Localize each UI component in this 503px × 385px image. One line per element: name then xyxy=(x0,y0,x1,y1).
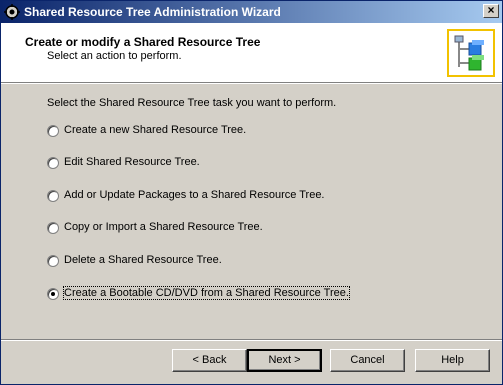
wizard-app-icon xyxy=(4,4,20,20)
radio-button[interactable] xyxy=(47,157,59,169)
back-button[interactable]: < Back xyxy=(172,349,247,372)
option-label: Create a Bootable CD/DVD from a Shared R… xyxy=(63,286,350,300)
header-divider xyxy=(1,83,502,84)
wizard-window: Shared Resource Tree Administration Wiza… xyxy=(0,0,503,385)
page-title: Create or modify a Shared Resource Tree xyxy=(25,35,261,49)
option-label: Delete a Shared Resource Tree. xyxy=(64,254,222,266)
radio-dot-icon xyxy=(51,292,55,296)
close-button[interactable]: × xyxy=(483,4,499,18)
help-button[interactable]: Help xyxy=(415,349,490,372)
option-label: Edit Shared Resource Tree. xyxy=(64,156,200,168)
option-label: Create a new Shared Resource Tree. xyxy=(64,124,247,136)
footer-divider xyxy=(1,339,502,341)
radio-button[interactable] xyxy=(47,255,59,267)
resource-tree-icon xyxy=(447,29,495,77)
title-bar[interactable]: Shared Resource Tree Administration Wiza… xyxy=(1,1,502,23)
cancel-button[interactable]: Cancel xyxy=(330,349,405,372)
radio-button[interactable] xyxy=(47,190,59,202)
close-icon: × xyxy=(487,3,495,17)
radio-button[interactable] xyxy=(47,125,59,137)
wizard-header: Create or modify a Shared Resource Tree … xyxy=(1,23,502,83)
window-title: Shared Resource Tree Administration Wiza… xyxy=(24,5,281,19)
page-subtitle: Select an action to perform. xyxy=(47,50,182,62)
next-button[interactable]: Next > xyxy=(247,349,322,372)
option-label: Copy or Import a Shared Resource Tree. xyxy=(64,221,263,233)
option-label: Add or Update Packages to a Shared Resou… xyxy=(64,189,325,201)
radio-button-selected[interactable] xyxy=(47,288,59,300)
radio-button[interactable] xyxy=(47,222,59,234)
task-prompt: Select the Shared Resource Tree task you… xyxy=(47,97,337,109)
